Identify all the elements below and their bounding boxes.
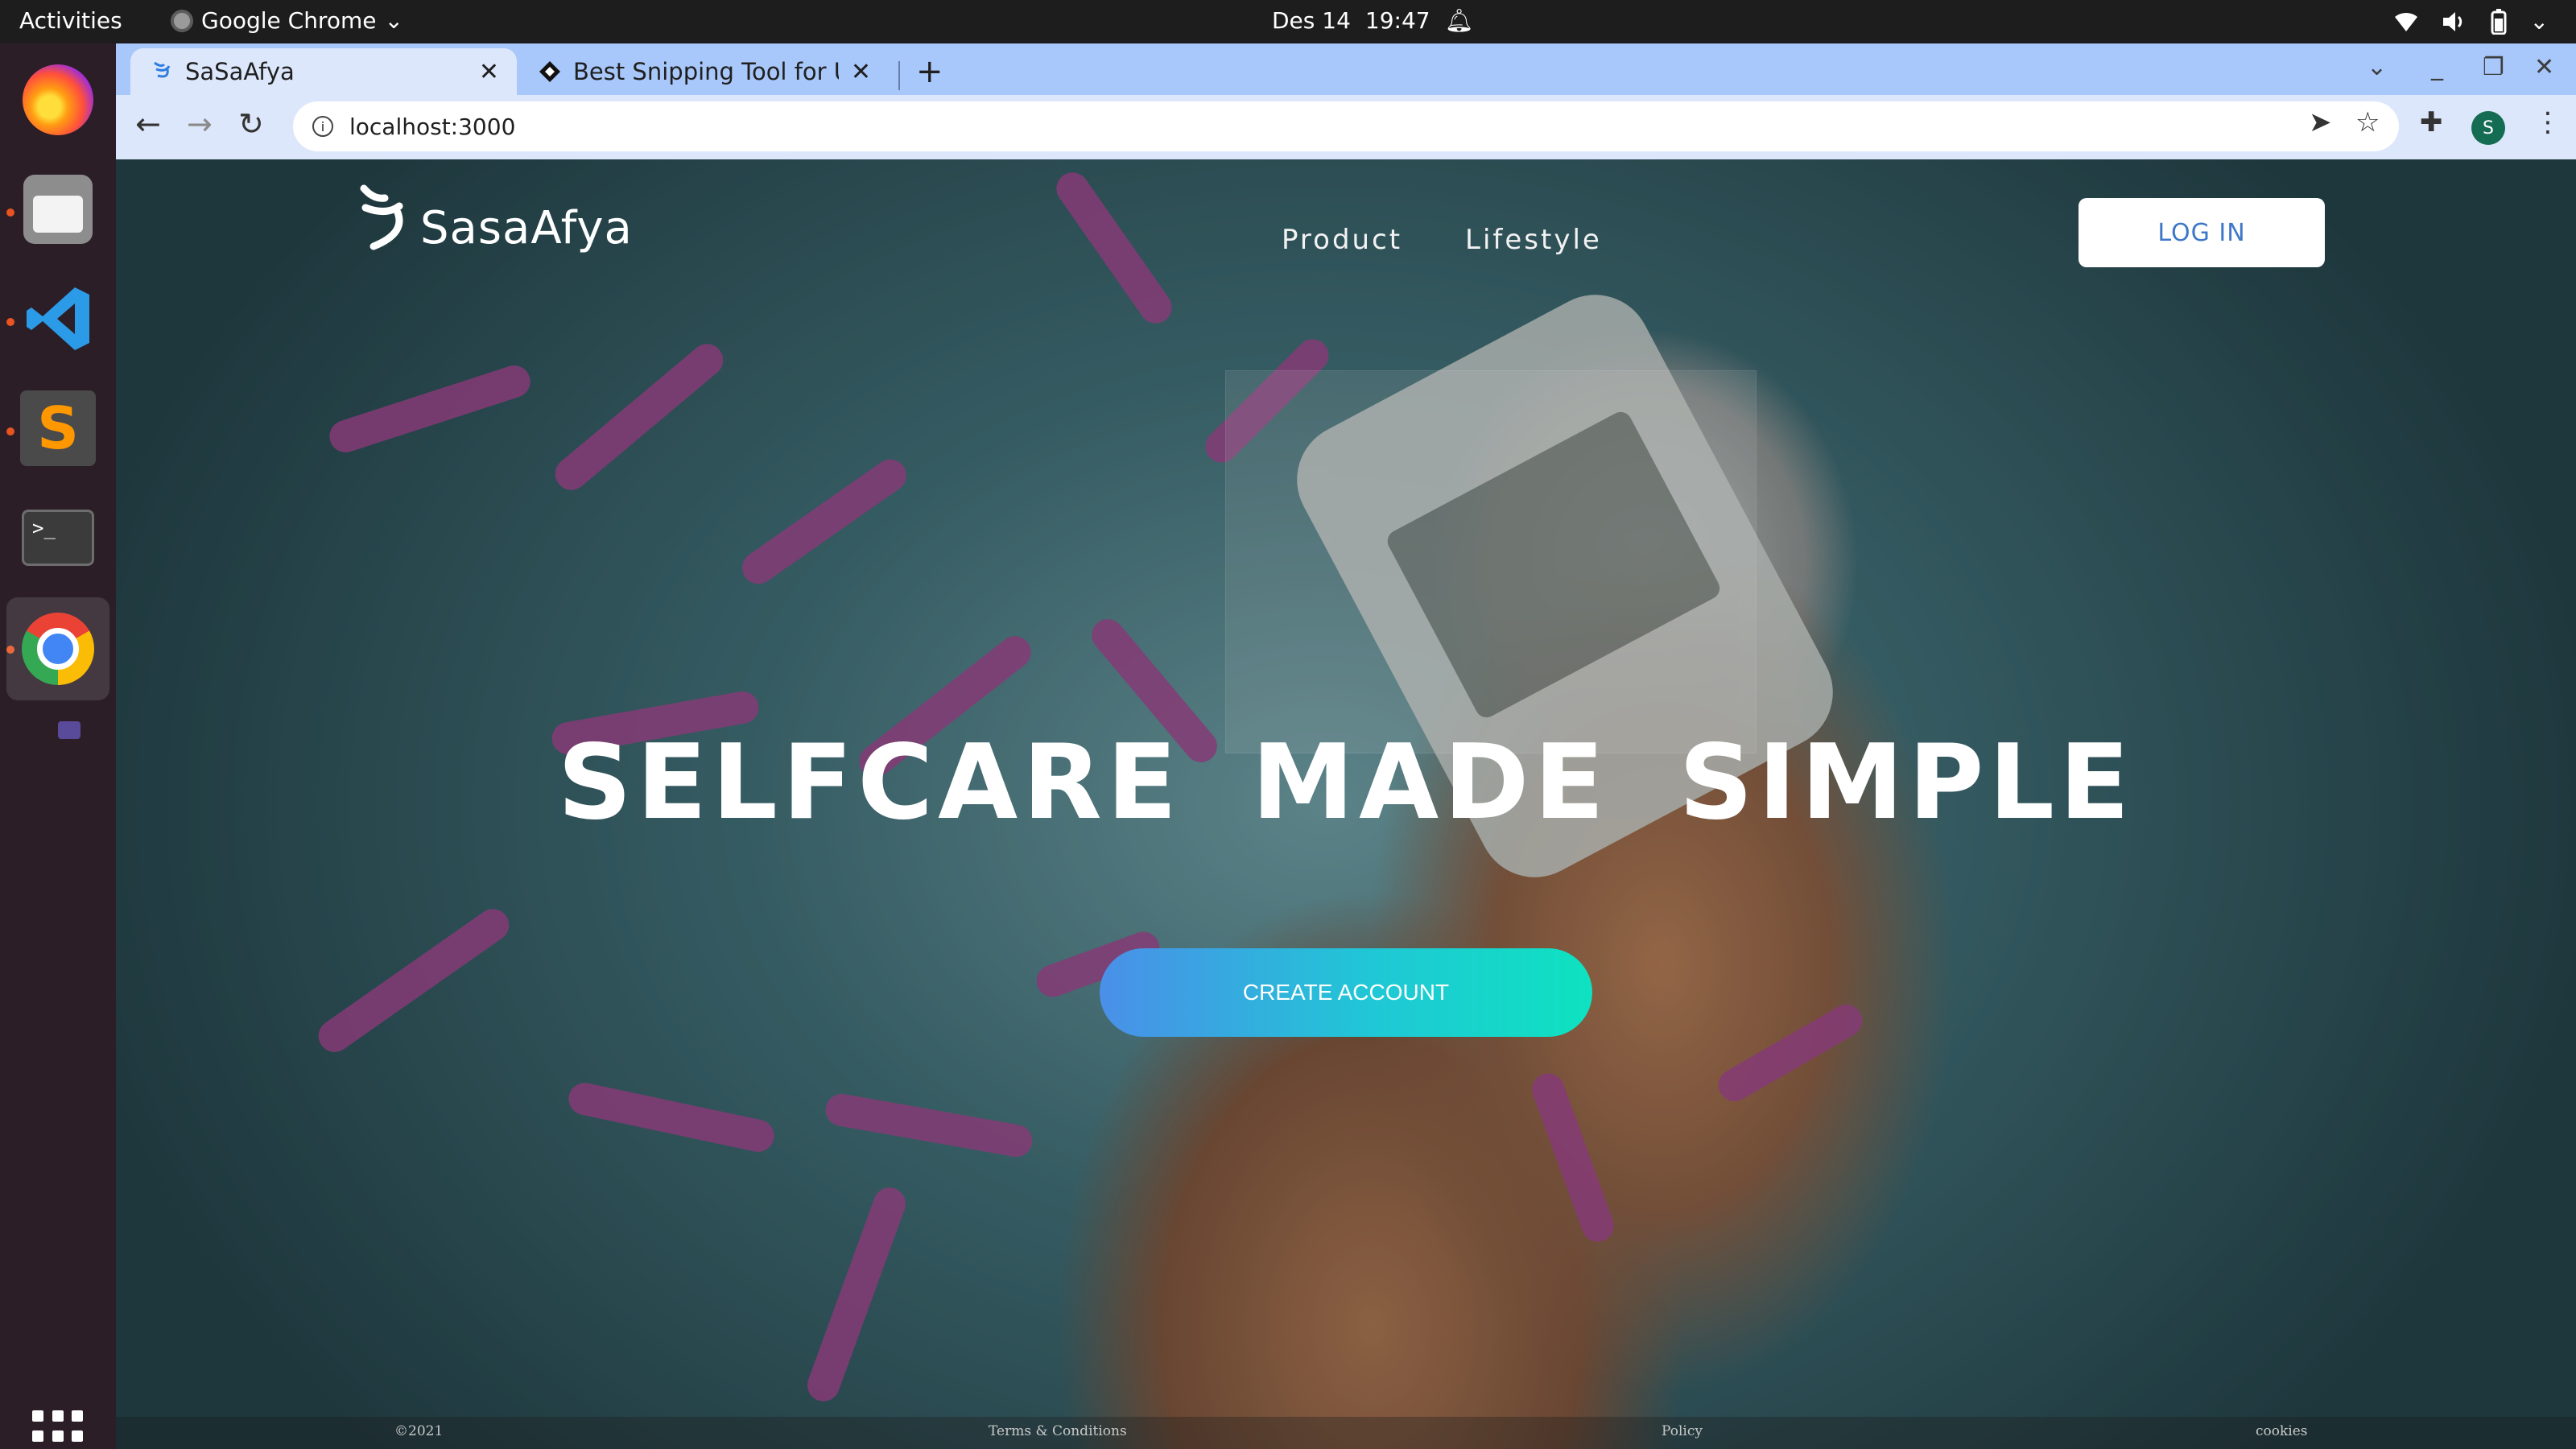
- kebab-menu-icon[interactable]: ⋮: [2534, 106, 2562, 138]
- sublime-text-icon: S: [20, 390, 96, 466]
- tab-sasaafya[interactable]: SaSaAfya ✕: [130, 48, 517, 95]
- restore-icon[interactable]: ❐: [2483, 53, 2504, 81]
- close-icon[interactable]: ✕: [851, 58, 871, 86]
- show-apps-grid-icon[interactable]: [32, 1410, 84, 1449]
- background-image-lancet: [1527, 1068, 1619, 1247]
- extensions-puzzle-icon[interactable]: ✚: [2420, 106, 2443, 138]
- tab-snipping-tool[interactable]: Best Snipping Tool for Ub ✕: [518, 48, 889, 95]
- site-logo[interactable]: SasaAfya: [357, 184, 633, 256]
- footer-cookies-link[interactable]: cookies: [2256, 1423, 2308, 1439]
- background-image-lancet: [548, 337, 730, 497]
- logo-text: SasaAfya: [420, 202, 633, 254]
- back-arrow-icon[interactable]: ←: [135, 106, 161, 142]
- vscode-icon: [27, 287, 89, 350]
- create-account-button[interactable]: CREATE ACCOUNT: [1100, 948, 1592, 1037]
- dock: S >_: [0, 43, 116, 1449]
- background-image-lancet: [312, 902, 516, 1059]
- browser-toolbar: ← → ↻ i localhost:3000 ➤ ☆ ✚ S ⋮: [116, 95, 2576, 159]
- minimize-icon[interactable]: _: [2431, 53, 2443, 81]
- footer-copyright: ©2021: [394, 1423, 444, 1439]
- dock-terminal[interactable]: >_: [18, 497, 98, 578]
- window-indicator-icon: [58, 721, 80, 739]
- nav-link-product[interactable]: Product: [1282, 224, 1402, 256]
- system-top-bar: Activities Google Chrome ⌄ Des 14 19:47 …: [0, 0, 2576, 43]
- activities-button[interactable]: Activities: [19, 7, 122, 34]
- clock[interactable]: Des 14 19:47 🔔︎: [1272, 7, 1473, 34]
- background-image-lancet: [823, 1091, 1035, 1160]
- running-indicator: [6, 208, 14, 217]
- wifi-icon: [2394, 12, 2417, 31]
- running-indicator: [6, 318, 14, 326]
- close-window-icon[interactable]: ✕: [2534, 53, 2554, 81]
- url-text: localhost:3000: [349, 113, 516, 140]
- sasaafya-favicon-icon: [154, 61, 171, 78]
- profile-avatar[interactable]: S: [2471, 111, 2505, 145]
- background-image-lancet: [1712, 998, 1868, 1108]
- clock-date: Des 14: [1272, 7, 1351, 34]
- footer-terms-link[interactable]: Terms & Conditions: [989, 1423, 1127, 1439]
- battery-icon: [2491, 8, 2507, 35]
- app-menu[interactable]: Google Chrome ⌄: [171, 7, 403, 34]
- dock-sublime[interactable]: S: [18, 388, 98, 469]
- faded-overlay: [1225, 370, 1757, 753]
- background-image-lancet: [803, 1183, 910, 1406]
- send-tab-icon[interactable]: ➤: [2309, 106, 2332, 138]
- chevron-down-icon: ⌄: [2529, 8, 2549, 35]
- dock-files[interactable]: [18, 169, 98, 250]
- background-image-lancet: [565, 1080, 778, 1155]
- close-icon[interactable]: ✕: [479, 58, 499, 86]
- chevron-down-icon: ⌄: [384, 7, 403, 34]
- dock-firefox[interactable]: [18, 60, 98, 140]
- bookmark-star-icon[interactable]: ☆: [2355, 106, 2380, 138]
- site-footer: ©2021 Terms & Conditions Policy cookies: [116, 1417, 2576, 1449]
- chrome-window: SaSaAfya ✕ Best Snipping Tool for Ub ✕ +…: [116, 43, 2576, 1449]
- address-bar[interactable]: i localhost:3000: [293, 101, 2399, 151]
- new-tab-plus-icon[interactable]: +: [916, 53, 943, 90]
- footer-policy-link[interactable]: Policy: [1662, 1423, 1703, 1439]
- page-hero: SasaAfya Product Lifestyle LOG IN SELFCA…: [116, 159, 2576, 1449]
- background-image-lancet: [325, 361, 535, 457]
- firefox-icon: [23, 64, 93, 135]
- hero-title: SELFCARE MADE SIMPLE: [557, 723, 2135, 843]
- tab-label: Best Snipping Tool for Ub: [573, 58, 839, 85]
- site-info-icon[interactable]: i: [312, 116, 333, 137]
- sasaafya-logo-icon: [360, 184, 403, 250]
- site-navbar: SasaAfya Product Lifestyle LOG IN: [116, 159, 2576, 320]
- forward-arrow-icon[interactable]: →: [187, 106, 213, 142]
- system-tray[interactable]: ⌄: [2393, 8, 2549, 35]
- tab-search-chevron-icon[interactable]: ⌄: [2367, 53, 2387, 81]
- volume-icon: [2442, 11, 2462, 31]
- tab-strip: SaSaAfya ✕ Best Snipping Tool for Ub ✕ +…: [116, 43, 2576, 95]
- files-icon: [23, 175, 93, 244]
- reload-icon[interactable]: ↻: [238, 106, 264, 142]
- tab-separator: [898, 61, 900, 90]
- clock-time: 19:47: [1364, 7, 1430, 34]
- chrome-app-icon: [171, 9, 193, 32]
- login-button[interactable]: LOG IN: [2079, 198, 2325, 267]
- app-menu-label: Google Chrome: [201, 7, 377, 34]
- bell-icon: 🔔︎: [1444, 7, 1474, 34]
- dock-vscode[interactable]: [18, 279, 98, 359]
- terminal-icon: >_: [22, 510, 94, 566]
- diamond-favicon-icon: [539, 61, 560, 82]
- tab-label: SaSaAfya: [185, 58, 295, 85]
- running-indicator: [6, 427, 14, 436]
- chrome-icon: [22, 613, 94, 685]
- nav-link-lifestyle[interactable]: Lifestyle: [1465, 224, 1602, 256]
- dock-chrome[interactable]: [6, 597, 109, 700]
- background-image-lancet: [736, 452, 913, 591]
